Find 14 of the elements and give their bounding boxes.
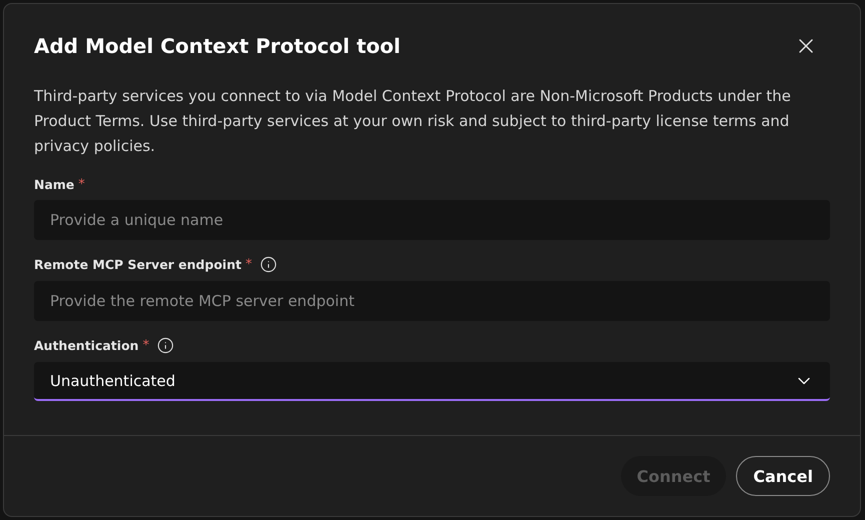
authentication-dropdown[interactable]: Unauthenticated: [34, 362, 830, 401]
text-input[interactable]: Provide the remote MCP server endpoint: [34, 281, 830, 321]
field-label: Name: [34, 177, 74, 192]
info-icon[interactable]: [260, 256, 277, 273]
notice-text: Third-party services you connect to via Model Context Protocol are Non-Microsoft Products under the Product Terms. Use third-party services at your own risk and subject to third-party license terms and privacy policies.: [34, 86, 792, 157]
info-icon[interactable]: [157, 337, 174, 354]
field-label: Authentication: [34, 338, 139, 353]
text-input[interactable]: Provide a unique name: [34, 200, 830, 240]
required-mark: *: [245, 257, 252, 272]
field-label: Remote MCP Server endpoint: [34, 257, 242, 272]
required-mark: *: [142, 338, 150, 353]
required-mark: *: [78, 177, 85, 192]
cancel-button[interactable]: Cancel: [736, 456, 830, 496]
dialog-title: Add Model Context Protocol tool: [34, 34, 400, 58]
